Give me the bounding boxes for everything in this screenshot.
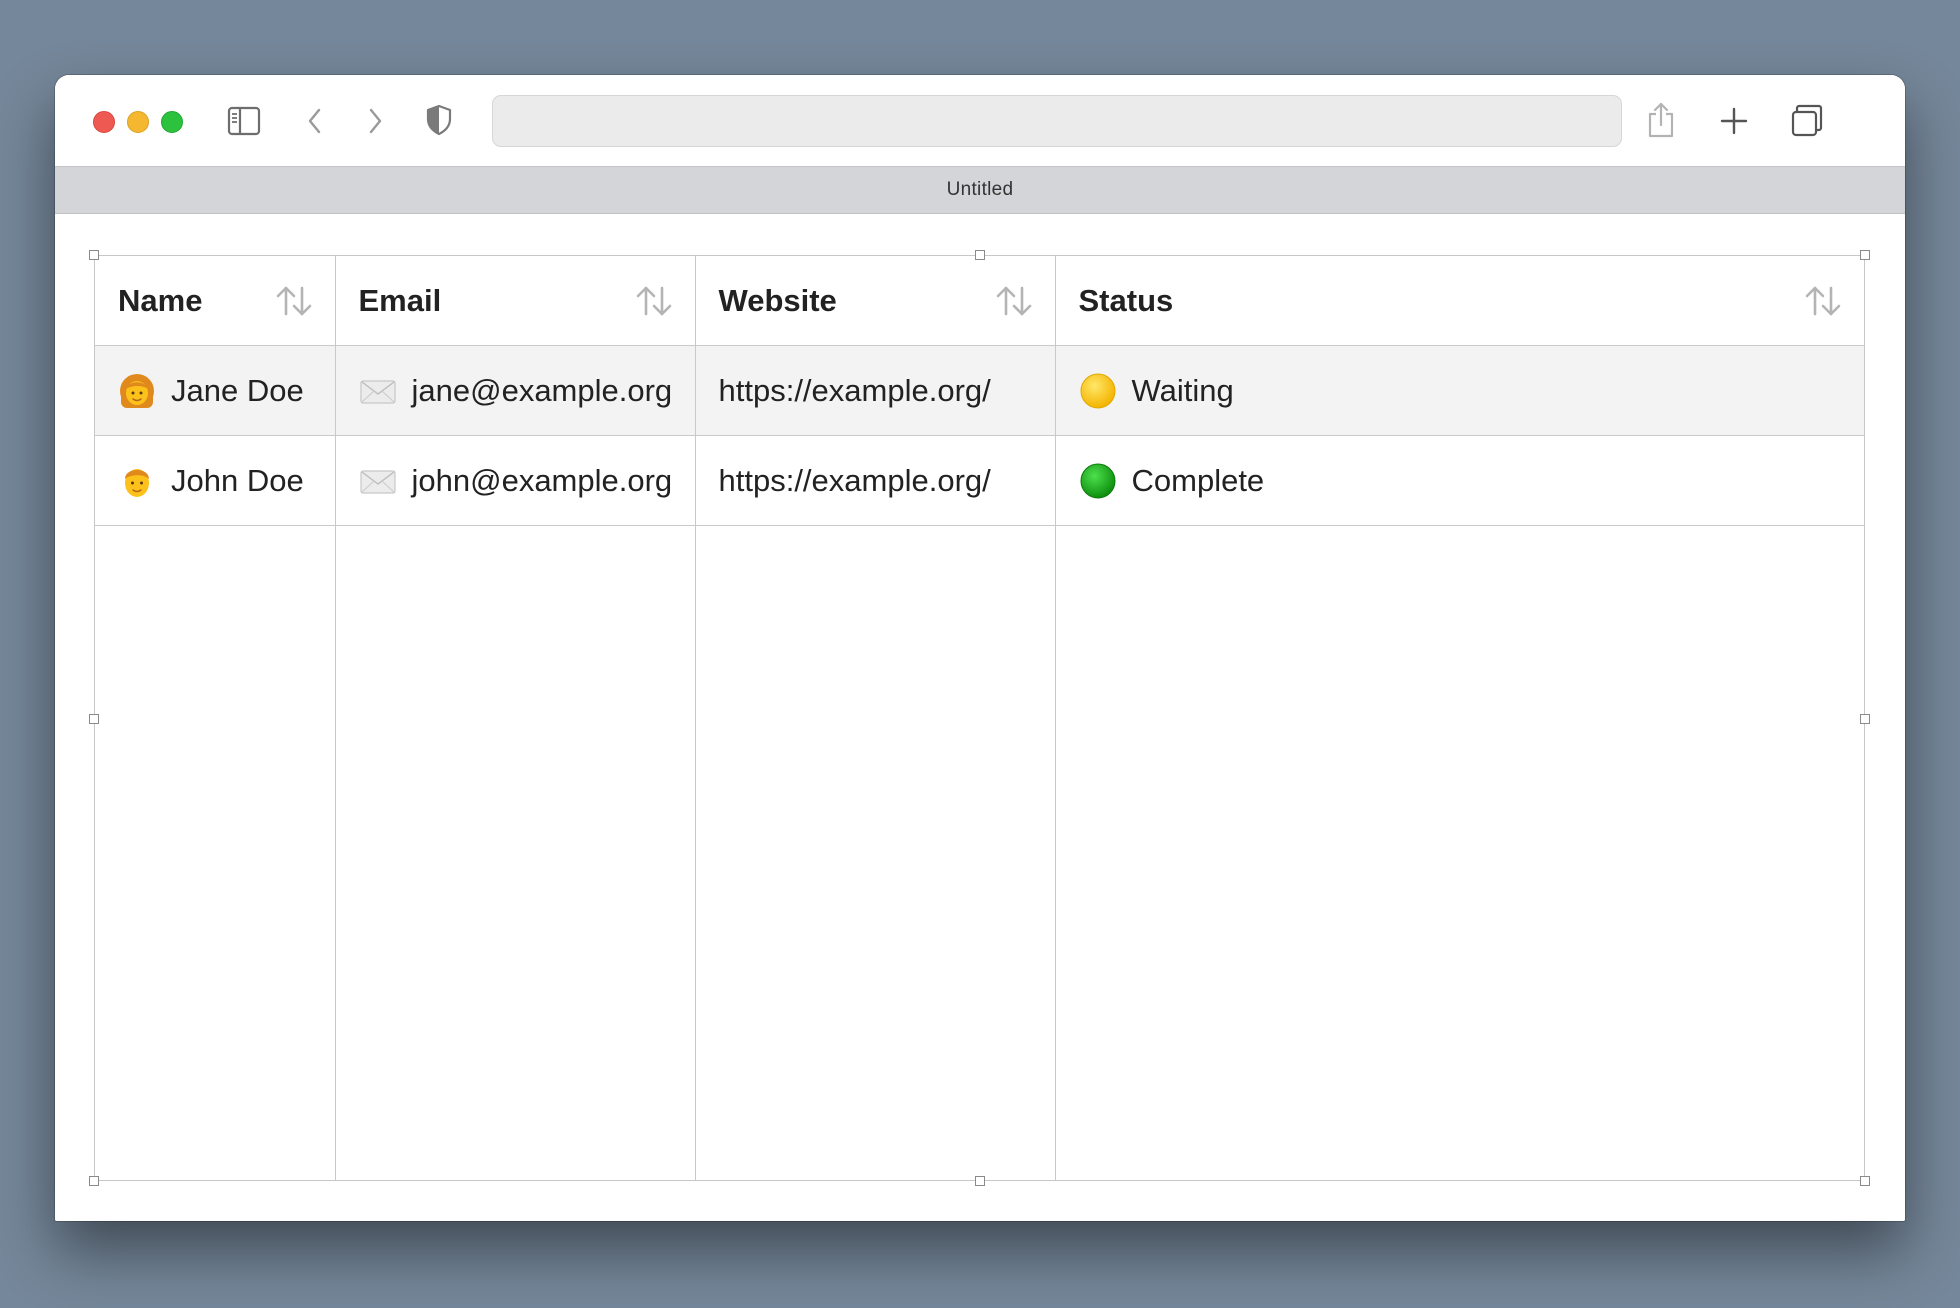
browser-toolbar (55, 75, 1905, 167)
status-cell[interactable]: Waiting (1054, 345, 1864, 436)
column-label: Website (718, 282, 837, 318)
close-window-button[interactable] (93, 111, 115, 133)
status-cell[interactable]: Complete (1054, 435, 1864, 526)
table-empty-area (95, 525, 1864, 1180)
name-cell[interactable]: Jane Doe (95, 345, 336, 436)
zoom-window-button[interactable] (161, 111, 183, 133)
resize-handle-bottom[interactable] (975, 1176, 985, 1186)
privacy-shield-icon[interactable] (425, 104, 453, 136)
column-header-name[interactable]: Name (95, 256, 336, 346)
email-text: john@example.org (411, 462, 673, 498)
minimize-window-button[interactable] (127, 111, 149, 133)
envelope-icon (359, 469, 396, 494)
column-label: Status (1078, 282, 1174, 318)
table-header-row: Name Email Website Status (95, 256, 1864, 346)
green-circle-icon (1080, 463, 1115, 498)
resize-handle-bottom-right[interactable] (1860, 1176, 1870, 1186)
sidebar-toggle-icon[interactable] (227, 106, 261, 136)
status-text: Waiting (1131, 372, 1234, 408)
data-table-container: Name Email Website Status Jane Doe jane@… (94, 255, 1865, 1181)
status-text: Complete (1131, 462, 1265, 498)
address-bar[interactable] (492, 95, 1622, 147)
browser-window: Untitled Name Email Website Status Jane … (55, 75, 1905, 1221)
sort-arrows-icon[interactable] (635, 284, 673, 318)
resize-handle-top-left[interactable] (89, 250, 99, 260)
name-text: Jane Doe (171, 372, 304, 408)
page-content: Name Email Website Status Jane Doe jane@… (55, 214, 1905, 1221)
column-label: Name (118, 282, 203, 318)
forward-chevron-icon[interactable] (365, 106, 385, 136)
yellow-circle-icon (1080, 373, 1115, 408)
sort-arrows-icon[interactable] (275, 284, 313, 318)
column-header-status[interactable]: Status (1054, 256, 1864, 346)
name-text: John Doe (171, 462, 304, 498)
email-cell[interactable]: jane@example.org (334, 345, 696, 436)
sort-arrows-icon[interactable] (1804, 284, 1842, 318)
new-tab-plus-icon[interactable] (1719, 106, 1749, 136)
name-cell[interactable]: John Doe (95, 435, 336, 526)
resize-handle-top[interactable] (975, 250, 985, 260)
website-cell[interactable]: https://example.org/ (694, 345, 1056, 436)
share-icon[interactable] (1645, 100, 1677, 140)
man-emoji-icon (125, 468, 149, 497)
website-cell[interactable]: https://example.org/ (694, 435, 1056, 526)
sort-arrows-icon[interactable] (995, 284, 1033, 318)
website-text: https://example.org/ (718, 372, 991, 408)
resize-handle-left[interactable] (89, 714, 99, 724)
column-header-website[interactable]: Website (694, 256, 1056, 346)
woman-emoji-icon (120, 373, 154, 408)
envelope-icon (359, 379, 396, 404)
email-text: jane@example.org (411, 372, 673, 408)
resize-handle-right[interactable] (1860, 714, 1870, 724)
tab-title[interactable]: Untitled (947, 179, 1014, 201)
resize-handle-bottom-left[interactable] (89, 1176, 99, 1186)
column-header-email[interactable]: Email (334, 256, 696, 346)
back-chevron-icon[interactable] (305, 106, 325, 136)
website-text: https://example.org/ (718, 462, 991, 498)
column-label: Email (358, 282, 442, 318)
email-cell[interactable]: john@example.org (334, 435, 696, 526)
table-row[interactable]: Jane Doe jane@example.org https://exampl… (95, 345, 1864, 436)
table-row[interactable]: John Doe john@example.org https://exampl… (95, 435, 1864, 526)
resize-handle-top-right[interactable] (1860, 250, 1870, 260)
tab-bar: Untitled (55, 167, 1905, 214)
tab-overview-icon[interactable] (1789, 103, 1825, 139)
data-table: Name Email Website Status Jane Doe jane@… (95, 256, 1864, 1180)
